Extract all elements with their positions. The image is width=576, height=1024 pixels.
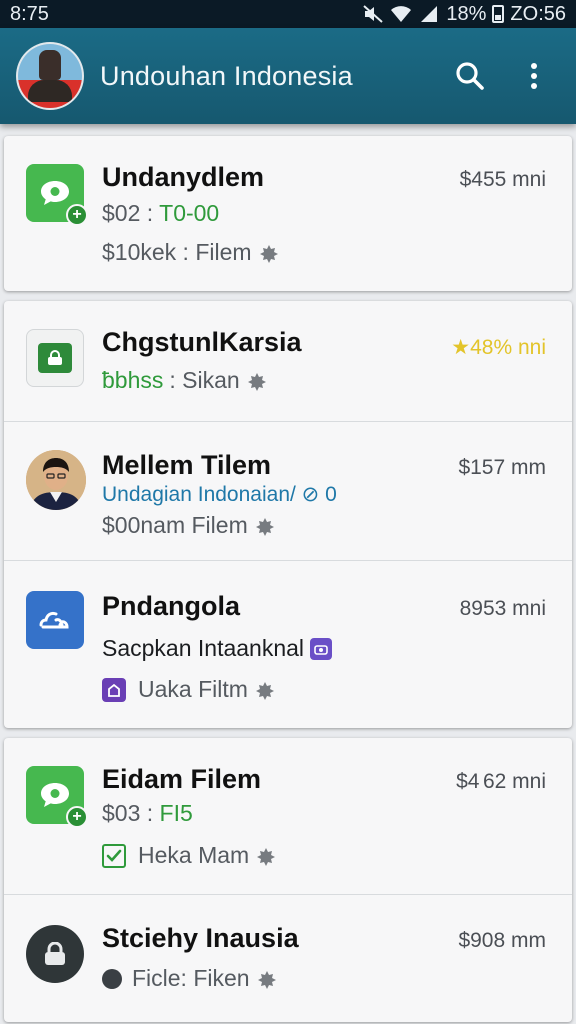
item-detail-text: $00nam Filem bbox=[102, 512, 248, 538]
item-subtitle-text: Sacpkan Intaanknal bbox=[102, 635, 305, 661]
leaf-icon bbox=[254, 679, 276, 701]
item-subtitle-prefix: ƀbhss bbox=[102, 367, 164, 393]
item-subtitle-value: T0-00 bbox=[159, 200, 220, 226]
list-item[interactable]: Stciehy Inausia $908 mm Ficle: Fiken bbox=[4, 895, 572, 1022]
leaf-icon bbox=[258, 242, 280, 264]
item-meta: ★48% nni bbox=[451, 336, 546, 359]
app-avatar[interactable] bbox=[18, 44, 82, 108]
item-detail: $00nam Filem bbox=[102, 512, 276, 539]
mute-icon bbox=[362, 4, 384, 24]
item-subtitle: Sacpkan Intaanknal bbox=[102, 635, 333, 662]
item-title: Eidam Filem bbox=[102, 764, 262, 794]
battery-icon bbox=[492, 5, 505, 23]
app-bar: Undouhan Indonesia bbox=[0, 28, 576, 124]
card-2: ChgstunlKarsia ★48% nni ƀbhss : Sikan Me… bbox=[4, 301, 572, 728]
checkbox-icon bbox=[102, 843, 126, 868]
status-clock: ZO:56 bbox=[510, 2, 566, 25]
item-title: Pndangola bbox=[102, 591, 241, 621]
list-item[interactable]: + Undanydlem $455 mni $02 : T0-00 $10kek… bbox=[4, 136, 572, 291]
item-subtitle: $02 : T0-00 bbox=[102, 200, 219, 227]
camera-icon bbox=[310, 637, 333, 660]
item-subtitle: ƀbhss : Sikan bbox=[102, 367, 268, 394]
item-detail-text: Heka Mam bbox=[138, 842, 250, 868]
wifi-icon bbox=[390, 4, 412, 24]
item-meta: $908 mm bbox=[458, 929, 546, 952]
item-detail: Ficle: Fiken bbox=[102, 965, 278, 992]
chat-bubble-icon: + bbox=[26, 766, 88, 828]
item-title: ChgstunlKarsia bbox=[102, 327, 302, 357]
status-icons: 18% ZO:56 bbox=[362, 3, 566, 26]
item-subtitle-value: : Sikan bbox=[169, 367, 240, 393]
battery-percent: 18% bbox=[446, 2, 487, 25]
app-title: Undouhan Indonesia bbox=[100, 60, 353, 91]
item-meta: $157 mm bbox=[458, 456, 546, 479]
card-1: + Undanydlem $455 mni $02 : T0-00 $10kek… bbox=[4, 136, 572, 291]
item-subtitle: Undagian Indonaian/ ⊘ 0 bbox=[102, 483, 337, 506]
item-subtitle-prefix: $02 : bbox=[102, 200, 160, 226]
status-bar: 8:75 18% ZO:56 bbox=[0, 0, 576, 28]
chat-bubble-icon: + bbox=[26, 164, 88, 226]
item-meta: $4 62 mni bbox=[456, 770, 546, 793]
item-title: Undanydlem bbox=[102, 162, 265, 192]
item-detail-text: Uaka Filtm bbox=[138, 676, 248, 702]
cloud-icon bbox=[26, 591, 84, 649]
item-meta: $455 mni bbox=[459, 168, 546, 191]
item-detail-text: $10kek : Filem bbox=[102, 239, 252, 265]
item-detail: Heka Mam bbox=[102, 842, 277, 869]
item-meta: 8953 mni bbox=[459, 597, 546, 620]
item-title: Mellem Tilem bbox=[102, 450, 272, 480]
more-vert-icon[interactable] bbox=[510, 52, 558, 100]
lock-icon bbox=[26, 925, 84, 983]
list-item[interactable]: Mellem Tilem $157 mm Undagian Indonaian/… bbox=[4, 422, 572, 560]
leaf-icon bbox=[255, 845, 277, 867]
lock-icon bbox=[26, 329, 84, 387]
item-title: Stciehy Inausia bbox=[102, 923, 299, 953]
item-detail-text: Ficle: Fiken bbox=[132, 965, 250, 991]
item-subtitle: $03 : FI5 bbox=[102, 800, 193, 827]
person-avatar bbox=[26, 450, 86, 510]
search-icon[interactable] bbox=[446, 52, 494, 100]
item-detail: $10kek : Filem bbox=[102, 239, 280, 266]
item-subtitle-prefix: $03 : bbox=[102, 800, 160, 826]
status-time: 8:75 bbox=[10, 2, 49, 25]
leaf-icon bbox=[246, 370, 268, 392]
leaf-icon bbox=[256, 968, 278, 990]
dot-icon bbox=[102, 968, 122, 989]
leaf-icon bbox=[254, 515, 276, 537]
card-3: + Eidam Filem $4 62 mni $03 : FI5 Heka M… bbox=[4, 738, 572, 1022]
home-icon bbox=[102, 677, 126, 702]
list-item[interactable]: + Eidam Filem $4 62 mni $03 : FI5 Heka M… bbox=[4, 738, 572, 894]
item-detail: Uaka Filtm bbox=[102, 676, 276, 703]
signal-icon bbox=[418, 4, 440, 24]
list-item[interactable]: Pndangola 8953 mni Sacpkan Intaanknal Ua… bbox=[4, 561, 572, 728]
item-subtitle-value: FI5 bbox=[159, 800, 193, 826]
list-item[interactable]: ChgstunlKarsia ★48% nni ƀbhss : Sikan bbox=[4, 301, 572, 421]
